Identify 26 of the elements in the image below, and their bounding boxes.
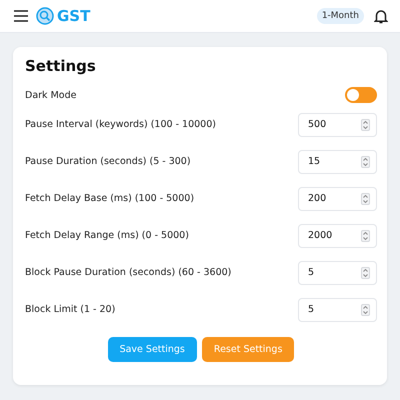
number-field[interactable]: 15 — [298, 150, 377, 174]
setting-label: Fetch Delay Base (ms) (100 - 5000) — [25, 193, 194, 204]
spinner-icon[interactable] — [361, 230, 370, 242]
number-field[interactable]: 500 — [298, 112, 377, 136]
toggle-switch[interactable] — [345, 87, 377, 103]
spinner-icon[interactable] — [361, 118, 370, 130]
spinner-icon[interactable] — [361, 192, 370, 204]
setting-label: Fetch Delay Range (ms) (0 - 5000) — [25, 230, 189, 241]
setting-label: Pause Interval (keywords) (100 - 10000) — [25, 119, 216, 130]
setting-label: Dark Mode — [25, 90, 76, 100]
search-icon — [36, 7, 54, 25]
bell-icon[interactable] — [374, 8, 388, 24]
spinner-icon[interactable] — [361, 304, 370, 316]
number-field[interactable]: 2000 — [298, 224, 377, 248]
number-field[interactable]: 5 — [298, 260, 377, 284]
number-field[interactable]: 200 — [298, 186, 377, 210]
plan-badge: 1-Month — [316, 8, 364, 24]
menu-icon[interactable] — [14, 10, 28, 22]
setting-label: Pause Duration (seconds) (5 - 300) — [25, 156, 191, 167]
spinner-icon[interactable] — [361, 266, 370, 278]
setting-label: Block Pause Duration (seconds) (60 - 3600) — [25, 267, 232, 278]
setting-label: Block Limit (1 - 20) — [25, 304, 116, 315]
app-logo: GST — [57, 7, 90, 25]
card-title: Settings — [25, 57, 97, 75]
spinner-icon[interactable] — [361, 156, 370, 168]
number-field[interactable]: 5 — [298, 298, 377, 322]
